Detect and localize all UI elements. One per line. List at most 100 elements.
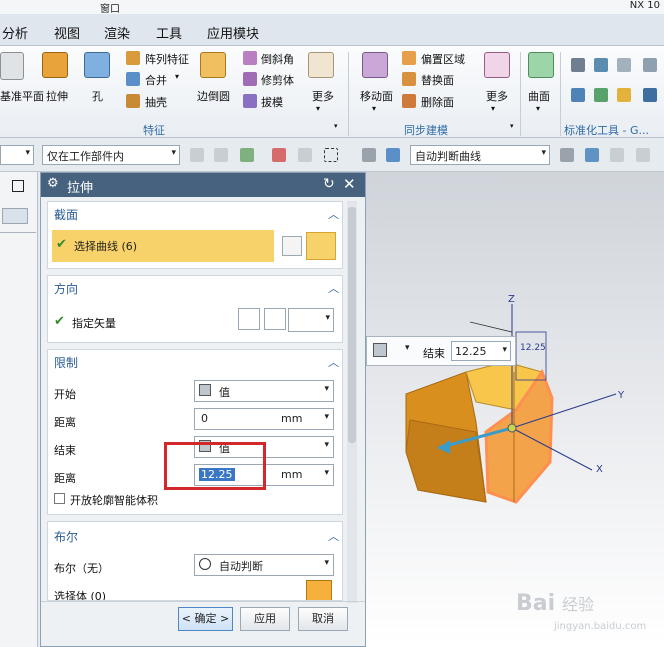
- more-icon[interactable]: [308, 52, 334, 78]
- std-tool-icon[interactable]: [571, 58, 585, 72]
- replace-face-button[interactable]: 替换面: [421, 72, 454, 88]
- select-body-icon[interactable]: [386, 148, 400, 162]
- intersect-icon[interactable]: [560, 148, 574, 162]
- draft-button[interactable]: 拔模: [261, 94, 283, 110]
- curve-rule-combo[interactable]: 自动判断曲线 ▾: [410, 145, 550, 165]
- move-face-dropdown-icon[interactable]: ▾: [372, 104, 376, 113]
- boolean-select[interactable]: 自动判断 ▾: [194, 554, 334, 576]
- std-tool-icon[interactable]: [571, 88, 585, 102]
- std-tool-icon[interactable]: [643, 88, 657, 102]
- std-tool-icon[interactable]: [594, 58, 608, 72]
- dialog-title: 拉伸: [67, 181, 94, 196]
- select-curve-row[interactable]: ✔ 选择曲线 (6): [52, 230, 274, 262]
- std-tool-icon[interactable]: [594, 88, 608, 102]
- float-end-value[interactable]: 12.25: [455, 345, 487, 358]
- cancel-button[interactable]: 取消: [298, 607, 348, 631]
- hole-icon[interactable]: [84, 52, 110, 78]
- start-type-select[interactable]: 值 ▾: [194, 380, 334, 402]
- boolean-header[interactable]: 布尔: [54, 528, 78, 545]
- curve-select-icon[interactable]: [306, 232, 336, 260]
- gear-icon[interactable]: ⚙: [47, 176, 59, 191]
- menu-render[interactable]: 渲染: [104, 23, 130, 42]
- std-tool-icon[interactable]: [617, 88, 631, 102]
- collapse-icon[interactable]: ︿: [328, 528, 339, 544]
- snap-point-icon[interactable]: [240, 148, 254, 162]
- window-menu[interactable]: 窗口: [100, 0, 120, 15]
- move-face-icon[interactable]: [362, 52, 388, 78]
- arrow-right-icon[interactable]: [585, 148, 599, 162]
- std-tool-icon[interactable]: [617, 58, 631, 72]
- chevron-down-icon[interactable]: ▾: [405, 343, 410, 353]
- surface-icon[interactable]: [528, 52, 554, 78]
- sketch-section-icon[interactable]: [282, 236, 302, 256]
- type-filter-combo[interactable]: ▾: [0, 145, 34, 165]
- scope-filter-combo[interactable]: 仅在工作部件内 ▾: [42, 145, 180, 165]
- inferred-vector-dropdown[interactable]: ▾: [288, 308, 334, 332]
- more-dropdown-icon[interactable]: ▾: [316, 104, 320, 113]
- more-icon[interactable]: [484, 52, 510, 78]
- std-tool-icon[interactable]: [643, 58, 657, 72]
- ok-button[interactable]: < 确定 >: [178, 607, 233, 631]
- menu-view[interactable]: 视图: [54, 23, 80, 42]
- shell-button[interactable]: 抽壳: [145, 94, 167, 110]
- collapse-icon[interactable]: ︿: [328, 280, 339, 296]
- select-tool-icon[interactable]: [214, 148, 228, 162]
- hole-label[interactable]: 孔: [92, 88, 103, 104]
- maximize-icon[interactable]: [12, 180, 24, 192]
- group-feature-expand-icon[interactable]: ▾: [334, 122, 338, 130]
- reset-icon[interactable]: ↻: [323, 176, 335, 192]
- rectangle-select-icon[interactable]: [324, 148, 338, 162]
- datum-plane-icon[interactable]: [0, 52, 24, 80]
- menu-analysis[interactable]: 分析: [2, 23, 28, 42]
- collapse-icon[interactable]: ︿: [328, 354, 339, 370]
- apply-button[interactable]: 应用: [240, 607, 290, 631]
- select-tool-icon[interactable]: [190, 148, 204, 162]
- direction-group: 方向 ︿ ✔ 指定矢量 ▾: [47, 275, 343, 343]
- datum-plane-label[interactable]: 基准平面: [0, 88, 44, 104]
- select-body-icon[interactable]: [306, 580, 332, 600]
- more-label-2[interactable]: 更多: [486, 88, 508, 104]
- origin-handle[interactable]: [507, 423, 517, 433]
- edge-blend-label[interactable]: 边倒圆: [197, 88, 230, 104]
- trim-body-button[interactable]: 修剪体: [261, 72, 294, 88]
- select-tool-icon[interactable]: [298, 148, 312, 162]
- delete-face-button[interactable]: 删除面: [421, 94, 454, 110]
- extrude-icon[interactable]: [42, 52, 68, 78]
- unite-dropdown-icon[interactable]: ▾: [175, 72, 179, 81]
- vector-dialog-icon[interactable]: [264, 308, 286, 330]
- start-distance-input[interactable]: 0 mm ▾: [194, 408, 334, 430]
- navigator-icon[interactable]: [2, 208, 28, 224]
- snap-icon[interactable]: [272, 148, 286, 162]
- unite-button[interactable]: 合并: [145, 72, 167, 88]
- graphics-viewport[interactable]: Z Y X 12.25 Bai 经验 jingyan.baidu.com: [366, 172, 664, 647]
- select-tool-icon[interactable]: [610, 148, 624, 162]
- open-profile-checkbox[interactable]: [54, 493, 65, 504]
- offset-region-button[interactable]: 偏置区域: [421, 51, 465, 67]
- float-end-input[interactable]: 12.25 ▾: [451, 341, 511, 361]
- close-icon[interactable]: ✕: [343, 175, 356, 193]
- extrude-label[interactable]: 拉伸: [46, 88, 68, 104]
- menu-tools[interactable]: 工具: [156, 23, 182, 42]
- dialog-scrollbar[interactable]: [347, 201, 357, 603]
- collapse-icon[interactable]: ︿: [328, 206, 339, 222]
- direction-header[interactable]: 方向: [54, 280, 78, 297]
- value-icon[interactable]: [373, 343, 387, 357]
- chamfer-button[interactable]: 倒斜角: [261, 51, 294, 67]
- pattern-feature-button[interactable]: 阵列特征: [145, 51, 189, 67]
- select-tool-icon[interactable]: [636, 148, 650, 162]
- section-header[interactable]: 截面: [54, 206, 78, 223]
- more-label[interactable]: 更多: [312, 88, 334, 104]
- reverse-direction-icon[interactable]: [238, 308, 260, 330]
- surface-dropdown-icon[interactable]: ▾: [536, 104, 540, 113]
- limits-header[interactable]: 限制: [54, 354, 78, 371]
- surface-label[interactable]: 曲面: [528, 88, 550, 104]
- edge-blend-icon[interactable]: [200, 52, 226, 78]
- axis-y-label: Y: [617, 390, 625, 401]
- move-face-label[interactable]: 移动面: [360, 88, 393, 104]
- group-sync-expand-icon[interactable]: ▾: [510, 122, 514, 130]
- scrollbar-thumb[interactable]: [348, 207, 356, 443]
- more-dropdown-icon-2[interactable]: ▾: [491, 104, 495, 113]
- start-distance-value[interactable]: 0: [201, 412, 208, 425]
- select-tool-icon[interactable]: [362, 148, 376, 162]
- menu-application[interactable]: 应用模块: [207, 23, 259, 42]
